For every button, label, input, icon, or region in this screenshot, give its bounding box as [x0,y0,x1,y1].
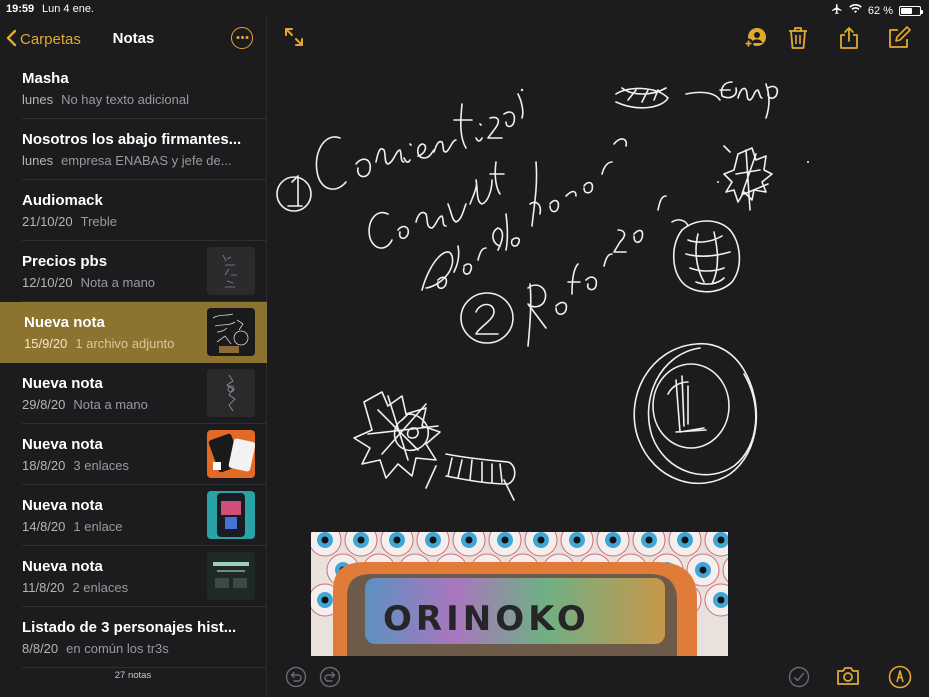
trash-icon [789,27,807,49]
ellipsis-circle-icon [236,36,248,39]
share-person-button[interactable] [742,26,768,52]
status-right: 62 % [831,3,923,18]
note-title: Nueva nota [22,375,103,392]
note-preview: en común los tr3s [66,641,169,656]
note-preview: 2 enlaces [72,580,129,595]
new-note-button[interactable] [887,26,913,52]
note-preview: Treble [80,214,117,229]
note-preview: Nota a mano [73,397,148,412]
note-thumbnail [207,491,255,539]
attached-image[interactable]: ORINOKO [311,532,728,656]
notes-sidebar: Carpetas Notas Masha lunes No hay texto ad… [0,18,267,697]
note-subtitle: 29/8/20 Nota a mano [22,397,198,412]
note-subtitle: 14/8/20 1 enlace [22,519,198,534]
note-title: Audiomack [22,192,103,209]
note-date: 14/8/20 [22,519,66,534]
note-subtitle: 15/9/20 1 archivo adjunto [24,336,200,351]
note-list-item[interactable]: Precios pbs 12/10/20 Nota a mano [22,241,267,302]
note-date: lunes [22,153,54,168]
battery-percent: 62 % [867,4,893,17]
note-title: Precios pbs [22,253,108,270]
note-thumbnail [207,552,255,600]
note-list-item[interactable]: Audiomack 21/10/20 Treble [22,180,267,241]
note-list-item[interactable]: Nosotros los abajo firmantes... lunes empr… [22,119,267,180]
more-options-button[interactable] [231,27,253,49]
notes-count: 27 notas [114,670,152,681]
note-date: 15/9/20 [24,336,68,351]
note-subtitle: 21/10/20 Treble [22,214,254,229]
note-list-item[interactable]: Masha lunes No hay texto adicional [22,58,267,119]
note-subtitle: 8/8/20 en común los tr3s [22,641,254,656]
compose-icon [889,26,911,48]
delete-note-button[interactable] [787,26,813,52]
note-thumbnail [207,430,255,478]
note-list-item[interactable]: Nueva nota 15/9/20 1 archivo adjunto [0,302,267,363]
note-list-item[interactable]: Listado de 3 personajes hist... 8/8/20 en … [22,607,267,668]
note-preview: empresa ENABAS y jefe de... [61,153,232,168]
status-time: 19:59 [6,3,35,15]
note-thumbnail [207,308,255,356]
add-person-circle-icon [743,28,766,49]
note-date: 12/10/20 [22,275,73,290]
markup-button[interactable] [888,665,914,691]
note-date: 18/8/20 [22,458,66,473]
share-button[interactable] [838,26,864,52]
note-date: 29/8/20 [22,397,66,412]
notes-list: Masha lunes No hay texto adicional Nosotros… [0,58,267,668]
note-thumbnail [207,247,255,295]
note-date: 21/10/20 [22,214,73,229]
note-editor: ORINOKO [268,18,929,697]
airplane-icon [831,3,843,18]
battery-fill [901,7,913,14]
sidebar-title: Notas [112,30,155,47]
note-title: Nosotros los abajo firmantes... [22,131,242,148]
undo-icon [285,666,307,688]
status-date: Lun 4 ene. [42,3,94,15]
note-subtitle: 12/10/20 Nota a mano [22,275,198,290]
note-list-item[interactable]: Nueva nota 11/8/20 2 enlaces [22,546,267,607]
pen-circle-icon [888,665,912,689]
note-thumbnail [207,369,255,417]
note-preview: Nota a mano [80,275,156,290]
checkmark-circle-icon [788,666,810,688]
wifi-icon [849,3,862,17]
expand-button[interactable] [283,26,309,52]
note-preview: 1 archivo adjunto [75,336,175,351]
note-date: lunes [22,92,54,107]
note-title: Nueva nota [22,436,103,453]
share-icon [840,27,858,49]
undo-button[interactable] [285,666,311,692]
note-preview: No hay texto adicional [61,92,189,107]
note-subtitle: 11/8/20 2 enlaces [22,580,198,595]
checklist-button[interactable] [788,666,814,692]
redo-button[interactable] [319,666,345,692]
redo-icon [319,666,341,688]
note-title: Nueva nota [24,314,105,331]
note-preview: 1 enlace [73,519,123,534]
note-subtitle: lunes empresa ENABAS y jefe de... [22,153,254,168]
note-subtitle: lunes No hay texto adicional [22,92,254,107]
camera-button[interactable] [836,665,862,691]
status-bar: 19:59 Lun 4 ene. 62 % [0,0,929,18]
note-list-item[interactable]: Nueva nota 14/8/20 1 enlace [22,485,267,546]
note-title: Nueva nota [22,558,103,575]
note-date: 11/8/20 [22,580,65,595]
expand-arrows-icon [285,28,303,46]
note-list-item[interactable]: Nueva nota 18/8/20 3 enlaces [22,424,267,485]
camera-icon [837,667,859,685]
sidebar-header: Carpetas Notas [0,18,267,58]
note-title: Listado de 3 personajes hist... [22,619,237,636]
note-preview: 3 enlaces [73,458,130,473]
sticker-lettering: ORINOKO [383,599,590,639]
note-date: 8/8/20 [22,641,59,656]
eyeballs-sticker-image: ORINOKO [311,532,728,656]
note-title: Masha [22,70,69,87]
battery-icon [899,5,923,16]
note-list-item[interactable]: Nueva nota 29/8/20 Nota a mano [22,363,267,424]
note-title: Nueva nota [22,497,103,514]
note-subtitle: 18/8/20 3 enlaces [22,458,198,473]
